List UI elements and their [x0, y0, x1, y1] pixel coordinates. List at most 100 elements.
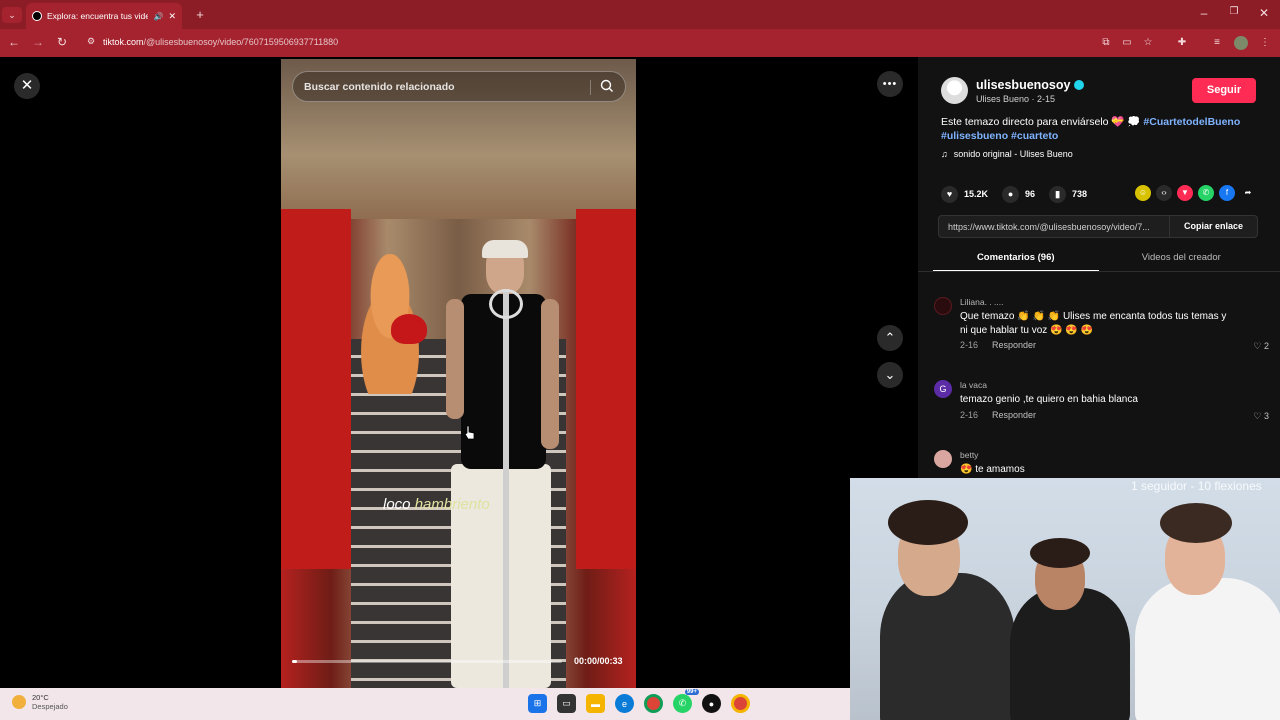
address-bar: ← → ↻ ⚙ tiktok.com/@ulisesbuenosoy/video…: [0, 29, 1280, 57]
comment-like-count: 3: [1263, 411, 1269, 421]
more-options-icon[interactable]: •••: [877, 71, 903, 97]
url-field[interactable]: tiktok.com/@ulisesbuenosoy/video/7607159…: [103, 37, 338, 47]
comment-text: 😍 te amamos: [960, 464, 1025, 475]
browser-tab[interactable]: Explora: encuentra tus vide 🔊 ✕: [26, 3, 182, 29]
weather-widget[interactable]: 20°C Despejado: [12, 693, 68, 711]
sound-label: sonido original - Ulises Bueno: [953, 149, 1073, 159]
extensions-icon[interactable]: ✚: [1175, 36, 1189, 50]
comment-like-count: 2: [1263, 341, 1269, 351]
windows-start-icon[interactable]: ⊞: [528, 694, 547, 713]
avatar[interactable]: [934, 297, 952, 315]
translate-icon[interactable]: ⧉: [1099, 36, 1113, 50]
chrome-icon[interactable]: [644, 694, 663, 713]
coin-icon[interactable]: ☺: [1135, 185, 1151, 201]
weather-condition: Despejado: [32, 702, 68, 711]
reply-button[interactable]: Responder: [992, 410, 1036, 420]
close-icon[interactable]: ✕: [14, 73, 40, 99]
reply-button[interactable]: Responder: [992, 340, 1036, 350]
search-icon[interactable]: [599, 78, 615, 94]
comment-text: Que temazo 👏 👏 👏 Ulises me encanta todos…: [960, 311, 1227, 336]
close-icon[interactable]: ✕: [168, 11, 176, 22]
plus-icon[interactable]: +: [188, 7, 212, 22]
window-close-icon[interactable]: ✕: [1252, 6, 1276, 20]
comment-meta: 2-16 Responder: [960, 340, 1036, 350]
avatar[interactable]: G: [934, 380, 952, 398]
minimize-icon[interactable]: –: [1192, 6, 1216, 20]
caption-plain: loco: [383, 496, 415, 513]
panel-tabs: Comentarios (96) Videos del creador: [933, 248, 1264, 272]
username-link[interactable]: ulisesbuenosoy: [976, 78, 1085, 92]
comment-author[interactable]: betty: [960, 450, 978, 460]
reading-list-icon[interactable]: ≡: [1210, 36, 1224, 50]
tabs-divider: [918, 271, 1280, 272]
caption-highlight: hambriento: [414, 496, 490, 513]
chevron-down-icon[interactable]: ⌄: [2, 7, 22, 23]
chrome-icon[interactable]: [731, 694, 750, 713]
profile-icon[interactable]: [1234, 36, 1248, 50]
app-icon[interactable]: ●: [702, 694, 721, 713]
avatar[interactable]: [934, 450, 952, 468]
comment-item: betty 😍 te amamos: [934, 450, 1269, 478]
share-link[interactable]: https://www.tiktok.com/@ulisesbuenosoy/v…: [939, 222, 1169, 232]
microphone-image: [489, 289, 523, 319]
share-link-box: https://www.tiktok.com/@ulisesbuenosoy/v…: [938, 215, 1258, 238]
whatsapp-icon[interactable]: ✆: [1198, 185, 1214, 201]
tab-creator-videos[interactable]: Videos del creador: [1099, 248, 1265, 272]
related-search-input[interactable]: Buscar contenido relacionado: [292, 71, 626, 102]
cast-icon[interactable]: ▭: [1120, 36, 1134, 50]
comment-author[interactable]: la vaca: [960, 380, 987, 390]
save-count: 738: [1072, 189, 1088, 199]
comment-item: Liliana. . .... Que temazo 👏 👏 👏 Ulises …: [934, 297, 1269, 357]
comment-text: temazo genio ,te quiero en bahia blanca: [960, 394, 1138, 405]
folder-icon[interactable]: ▬: [586, 694, 605, 713]
hashtag-link[interactable]: #cuarteto: [1011, 130, 1058, 142]
share-arrow-icon[interactable]: ➦: [1240, 185, 1256, 201]
reload-icon[interactable]: ↻: [50, 35, 74, 49]
speaker-icon[interactable]: 🔊: [153, 12, 163, 21]
copy-link-button[interactable]: Copiar enlace: [1169, 216, 1257, 237]
task-view-icon[interactable]: ▭: [557, 694, 576, 713]
video-progress-bar[interactable]: [292, 660, 562, 663]
back-icon[interactable]: ←: [2, 35, 26, 49]
comment-like-button[interactable]: ♡ 3: [1253, 411, 1269, 422]
video-player[interactable]: [281, 59, 636, 688]
maximize-icon[interactable]: ❐: [1222, 6, 1246, 17]
bookmark-icon: ▮: [1049, 185, 1067, 203]
username: ulisesbuenosoy: [976, 78, 1071, 92]
chevron-down-icon[interactable]: ⌄: [877, 362, 903, 388]
chevron-up-icon[interactable]: ⌃: [877, 325, 903, 351]
edge-icon[interactable]: e: [615, 694, 634, 713]
follow-button[interactable]: Seguir: [1192, 78, 1256, 103]
repost-icon[interactable]: ▼: [1177, 185, 1193, 201]
share-options: ☺ ‹› ▼ ✆ f ➦: [1135, 185, 1256, 201]
microphone-stand-image: [503, 289, 509, 688]
overlay-caption: 1 seguidor - 10 flexiones: [1131, 479, 1262, 493]
search-placeholder: Buscar contenido relacionado: [304, 80, 455, 93]
tab-comments[interactable]: Comentarios (96): [933, 248, 1099, 272]
embed-icon[interactable]: ‹›: [1156, 185, 1172, 201]
video-caption: loco hambriento: [383, 496, 490, 513]
post-description: Este temazo directo para enviárselo 💝 💭 …: [941, 115, 1261, 143]
whatsapp-icon[interactable]: ✆ 99+: [673, 689, 699, 713]
verified-icon: [1074, 80, 1085, 90]
forward-icon[interactable]: →: [26, 35, 50, 49]
comment-date: 2-16: [960, 410, 979, 420]
comment-author[interactable]: Liliana. . ....: [960, 297, 1003, 307]
desc-text: Este temazo directo para enviárselo 💝 💭: [941, 116, 1144, 128]
comment-button[interactable]: ● 96: [1002, 185, 1035, 203]
like-button[interactable]: ♥ 15.2K: [941, 185, 988, 203]
site-info-icon[interactable]: ⚙: [79, 36, 103, 47]
star-icon[interactable]: ☆: [1141, 36, 1155, 50]
hashtag-link[interactable]: #CuartetodelBueno: [1143, 116, 1240, 128]
moon-icon: [12, 695, 26, 709]
hashtag-link[interactable]: #ulisesbueno: [941, 130, 1008, 142]
facebook-icon[interactable]: f: [1219, 185, 1235, 201]
comment-like-button[interactable]: ♡ 2: [1253, 341, 1269, 352]
save-button[interactable]: ▮ 738: [1049, 185, 1088, 203]
weather-temp: 20°C: [32, 693, 49, 702]
hand-cursor-icon: [464, 425, 475, 440]
avatar[interactable]: [941, 77, 968, 104]
notification-badge: 99+: [684, 689, 699, 695]
sound-link[interactable]: ♫ sonido original - Ulises Bueno: [941, 149, 1073, 159]
more-icon[interactable]: ⋮: [1258, 36, 1272, 50]
